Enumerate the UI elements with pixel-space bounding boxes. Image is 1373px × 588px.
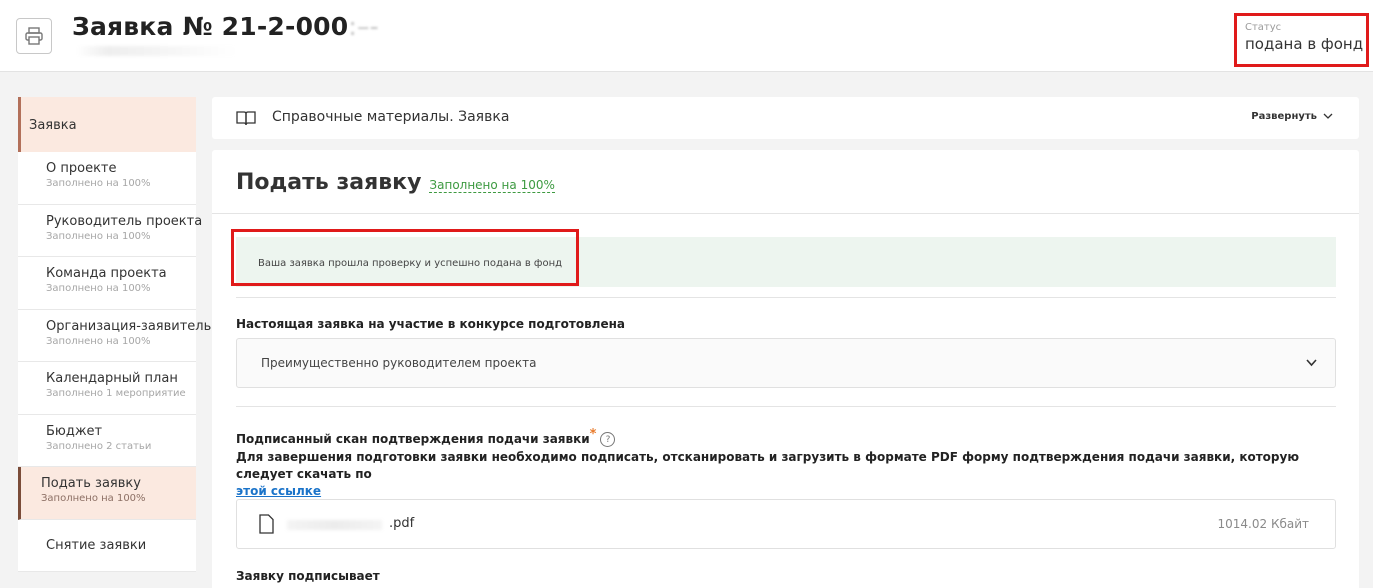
upload-instruction: Для завершения подготовки заявки необход… [236,449,1336,500]
completion-link[interactable]: Заполнено на 100% [429,178,555,193]
sidebar-item-label: Подать заявку [41,476,141,491]
application-title: Заявка № 21-2-000:–- [72,12,379,41]
sidebar-item-label: Руководитель проекта [46,213,203,229]
chevron-down-icon [1306,359,1317,367]
success-highlight-frame [231,229,579,286]
reference-materials-bar[interactable]: Справочные материалы. Заявка Развернуть [212,97,1359,139]
page-title: Подать заявку [236,170,422,195]
prepared-by-label: Настоящая заявка на участие в конкурсе п… [236,317,625,331]
sidebar-item-label: Команда проекта [46,266,167,281]
section-header: Подать заявку Заполнено на 100% [212,150,1359,214]
instruction-text: Для завершения подготовки заявки необход… [236,450,1300,481]
book-icon [236,111,256,126]
page-header: Заявка № 21-2-000:–- Статус подана в фон… [0,0,1373,72]
uploaded-file[interactable]: .pdf 1014.02 Кбайт [236,499,1336,549]
download-form-link[interactable]: этой ссылке [236,484,321,498]
sidebar-item-submit-application[interactable]: Подать заявку Заполнено на 100% [18,467,196,520]
sidebar-item-label: Бюджет [46,423,103,439]
sidebar-item-label: Календарный план [46,371,178,386]
sidebar-item-withdraw-application[interactable]: Снятие заявки [18,520,196,572]
status-value: подана в фонд [1245,35,1364,53]
reference-materials-title: Справочные материалы. Заявка [272,109,510,125]
expand-label: Развернуть [1251,111,1317,122]
sidebar-item-label: О проекте [46,161,117,176]
sidebar-item-calendar-plan[interactable]: Календарный план Заполнено 1 мероприятие [18,362,196,415]
signer-label: Заявку подписывает [236,569,380,583]
file-icon [259,514,274,534]
chevron-down-icon [1323,113,1333,119]
expand-button[interactable]: Развернуть [1251,111,1333,122]
file-name: .pdf [389,516,415,531]
sidebar-item-label: Организация-заявитель [46,318,212,334]
file-name-redacted [287,520,382,530]
sidebar-item-progress: Заполнено на 100% [46,335,151,347]
signed-scan-label-text: Подписанный скан подтверждения подачи за… [236,432,590,446]
sidebar-item-progress: Заполнено на 100% [46,230,151,242]
help-icon[interactable]: ? [600,432,616,447]
application-number: Заявка № 21-2-000 [72,12,349,41]
signed-scan-label: Подписанный скан подтверждения подачи за… [236,427,616,447]
sidebar-item-budget[interactable]: Бюджет Заполнено 2 статьи [18,415,196,467]
status-block: Статус подана в фонд [1234,13,1369,67]
prepared-by-select[interactable]: Преимущественно руководителем проекта [236,338,1336,388]
sidebar-item-progress: Заполнено на 100% [41,493,146,504]
sidebar-nav: Заявка О проекте Заполнено на 100% Руков… [18,97,212,572]
sidebar-section-application[interactable]: Заявка [18,97,196,152]
sidebar-item-progress: Заполнено на 100% [46,283,151,294]
application-subtitle-redacted [76,46,236,56]
submit-application-panel: Подать заявку Заполнено на 100% Ваша зая… [212,150,1359,588]
sidebar-item-progress: Заполнено 1 мероприятие [46,388,186,399]
sidebar-item-project-team[interactable]: Команда проекта Заполнено на 100% [18,257,196,310]
sidebar-item-progress: Заполнено на 100% [46,178,151,189]
prepared-by-value: Преимущественно руководителем проекта [261,356,537,370]
file-size: 1014.02 Кбайт [1217,517,1310,531]
sidebar-item-progress: Заполнено 2 статьи [46,440,152,452]
printer-icon [25,27,43,45]
sidebar-item-label: Снятие заявки [46,537,147,553]
divider [236,297,1336,298]
print-button[interactable] [16,18,52,54]
required-marker: * [589,427,597,442]
sidebar-item-about-project[interactable]: О проекте Заполнено на 100% [18,152,196,205]
divider [236,406,1336,407]
sidebar-item-project-leader[interactable]: Руководитель проекта Заполнено на 100% [18,205,203,257]
status-label: Статус [1245,22,1282,33]
application-number-blurred: :–- [348,12,379,41]
sidebar-item-applicant-organization[interactable]: Организация-заявитель Заполнено на 100% [18,310,212,362]
